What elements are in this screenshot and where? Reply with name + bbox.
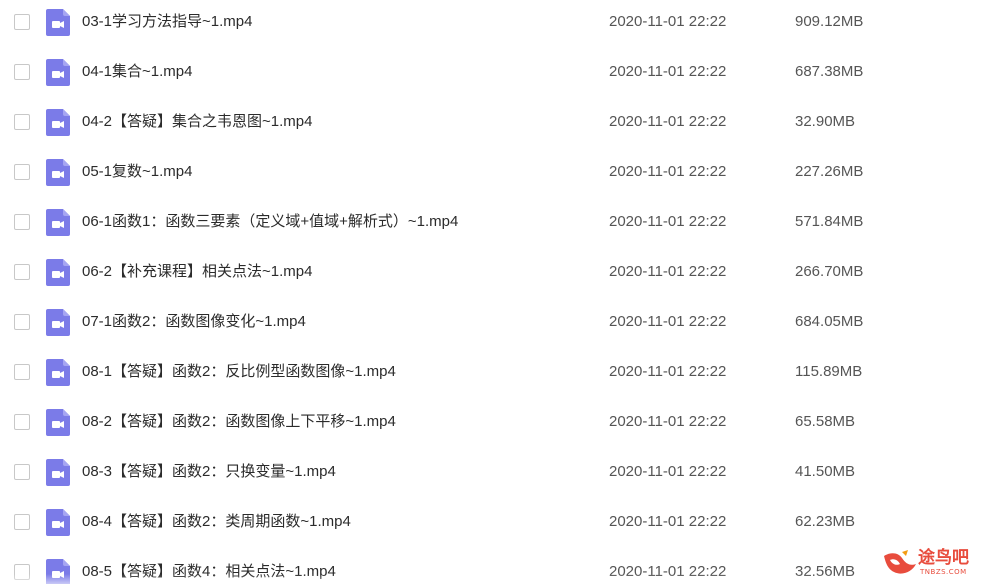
file-size: 909.12MB bbox=[795, 13, 864, 30]
file-size: 227.26MB bbox=[795, 163, 864, 180]
video-file-icon bbox=[46, 559, 70, 584]
file-name[interactable]: 07-1函数2：函数图像变化~1.mp4 bbox=[82, 312, 306, 332]
video-file-icon bbox=[46, 309, 70, 336]
row-checkbox[interactable] bbox=[14, 564, 30, 580]
file-name[interactable]: 06-1函数1：函数三要素（定义域+值域+解析式）~1.mp4 bbox=[82, 212, 458, 232]
file-size: 687.38MB bbox=[795, 63, 864, 80]
file-row[interactable]: 08-1【答疑】函数2：反比例型函数图像~1.mp4 2020-11-01 22:… bbox=[0, 350, 982, 400]
file-name[interactable]: 04-1集合~1.mp4 bbox=[82, 62, 192, 82]
file-date: 2020-11-01 22:22 bbox=[609, 13, 727, 30]
file-date: 2020-11-01 22:22 bbox=[609, 113, 727, 130]
file-size: 684.05MB bbox=[795, 313, 864, 330]
file-name[interactable]: 08-2【答疑】函数2：函数图像上下平移~1.mp4 bbox=[82, 412, 396, 432]
file-name[interactable]: 05-1复数~1.mp4 bbox=[82, 162, 192, 182]
file-name[interactable]: 08-1【答疑】函数2：反比例型函数图像~1.mp4 bbox=[82, 362, 396, 382]
file-row[interactable]: 08-3【答疑】函数2：只换变量~1.mp4 2020-11-01 22:22 41… bbox=[0, 450, 982, 500]
file-list: 03-1学习方法指导~1.mp4 2020-11-01 22:22 909.12MB… bbox=[0, 0, 982, 584]
file-row[interactable]: 03-1学习方法指导~1.mp4 2020-11-01 22:22 909.12MB bbox=[0, 0, 982, 50]
row-checkbox[interactable] bbox=[14, 114, 30, 130]
file-date: 2020-11-01 22:22 bbox=[609, 313, 727, 330]
file-date: 2020-11-01 22:22 bbox=[609, 263, 727, 280]
row-checkbox[interactable] bbox=[14, 264, 30, 280]
bird-logo-icon bbox=[884, 550, 916, 574]
video-file-icon bbox=[46, 9, 70, 36]
video-file-icon bbox=[46, 159, 70, 186]
file-row[interactable]: 06-2【补充课程】相关点法~1.mp4 2020-11-01 22:22 266.… bbox=[0, 250, 982, 300]
file-date: 2020-11-01 22:22 bbox=[609, 463, 727, 480]
row-checkbox[interactable] bbox=[14, 164, 30, 180]
file-date: 2020-11-01 22:22 bbox=[609, 163, 727, 180]
file-date: 2020-11-01 22:22 bbox=[609, 563, 727, 580]
file-date: 2020-11-01 22:22 bbox=[609, 413, 727, 430]
watermark: 途鸟吧 TNBZS.COM bbox=[880, 546, 980, 582]
video-file-icon bbox=[46, 409, 70, 436]
row-checkbox[interactable] bbox=[14, 214, 30, 230]
video-file-icon bbox=[46, 59, 70, 86]
file-row[interactable]: 06-1函数1：函数三要素（定义域+值域+解析式）~1.mp4 2020-11-0… bbox=[0, 200, 982, 250]
file-size: 571.84MB bbox=[795, 213, 864, 230]
file-size: 41.50MB bbox=[795, 463, 856, 480]
row-checkbox[interactable] bbox=[14, 64, 30, 80]
row-checkbox[interactable] bbox=[14, 464, 30, 480]
file-row[interactable]: 08-2【答疑】函数2：函数图像上下平移~1.mp4 2020-11-01 22:… bbox=[0, 400, 982, 450]
row-checkbox[interactable] bbox=[14, 314, 30, 330]
file-name[interactable]: 06-2【补充课程】相关点法~1.mp4 bbox=[82, 262, 312, 282]
file-size: 115.89MB bbox=[795, 363, 863, 380]
watermark-subtitle: TNBZS.COM bbox=[920, 568, 967, 576]
video-file-icon bbox=[46, 209, 70, 236]
watermark-title: 途鸟吧 bbox=[918, 548, 969, 568]
video-file-icon bbox=[46, 509, 70, 536]
file-row[interactable]: 08-5【答疑】函数4：相关点法~1.mp4 2020-11-01 22:22 32… bbox=[0, 550, 982, 584]
file-date: 2020-11-01 22:22 bbox=[609, 213, 727, 230]
file-row[interactable]: 04-2【答疑】集合之韦恩图~1.mp4 2020-11-01 22:22 32.9… bbox=[0, 100, 982, 150]
file-size: 32.56MB bbox=[795, 563, 856, 580]
file-date: 2020-11-01 22:22 bbox=[609, 363, 727, 380]
file-row[interactable]: 07-1函数2：函数图像变化~1.mp4 2020-11-01 22:22 684.… bbox=[0, 300, 982, 350]
video-file-icon bbox=[46, 259, 70, 286]
file-date: 2020-11-01 22:22 bbox=[609, 63, 727, 80]
file-name[interactable]: 08-5【答疑】函数4：相关点法~1.mp4 bbox=[82, 562, 336, 582]
row-checkbox[interactable] bbox=[14, 514, 30, 530]
row-checkbox[interactable] bbox=[14, 414, 30, 430]
file-size: 266.70MB bbox=[795, 263, 864, 280]
file-size: 65.58MB bbox=[795, 413, 856, 430]
video-file-icon bbox=[46, 459, 70, 486]
row-checkbox[interactable] bbox=[14, 14, 30, 30]
file-name[interactable]: 04-2【答疑】集合之韦恩图~1.mp4 bbox=[82, 112, 312, 132]
file-name[interactable]: 08-4【答疑】函数2：类周期函数~1.mp4 bbox=[82, 512, 351, 532]
file-row[interactable]: 04-1集合~1.mp4 2020-11-01 22:22 687.38MB bbox=[0, 50, 982, 100]
file-size: 32.90MB bbox=[795, 113, 856, 130]
file-name[interactable]: 08-3【答疑】函数2：只换变量~1.mp4 bbox=[82, 462, 336, 482]
file-size: 62.23MB bbox=[795, 513, 856, 530]
file-row[interactable]: 08-4【答疑】函数2：类周期函数~1.mp4 2020-11-01 22:22 6… bbox=[0, 500, 982, 550]
file-date: 2020-11-01 22:22 bbox=[609, 513, 727, 530]
file-row[interactable]: 05-1复数~1.mp4 2020-11-01 22:22 227.26MB bbox=[0, 150, 982, 200]
row-checkbox[interactable] bbox=[14, 364, 30, 380]
video-file-icon bbox=[46, 359, 70, 386]
video-file-icon bbox=[46, 109, 70, 136]
file-name[interactable]: 03-1学习方法指导~1.mp4 bbox=[82, 12, 252, 32]
